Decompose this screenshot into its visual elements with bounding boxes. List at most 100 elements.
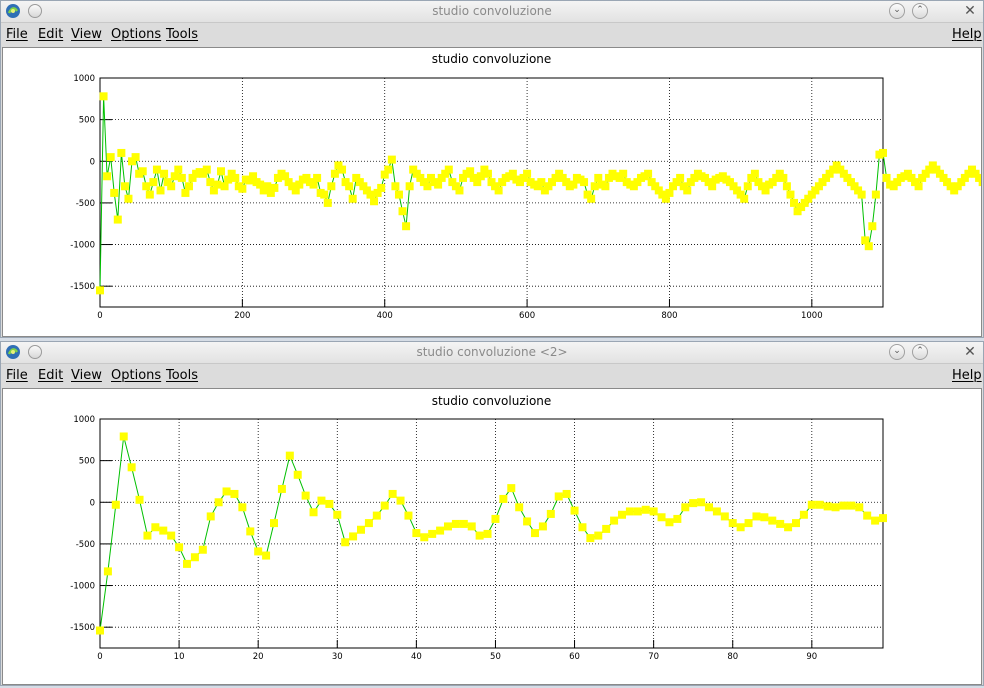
data-point [145,190,154,199]
maximize-button[interactable]: ⌃ [912,3,928,19]
x-tick-label: 50 [490,652,501,662]
menu-options[interactable]: Options [111,368,161,383]
data-point [372,511,381,520]
menu-file[interactable]: File [6,27,28,42]
close-icon[interactable]: ✕ [962,344,978,360]
menu-help[interactable]: Help [952,368,982,383]
chart-1[interactable]: studio convoluzione 0 200 400 600 800 1000 -150… [3,48,984,336]
data-point [404,511,413,520]
data-point [222,487,231,496]
y-tick-label: -1500 [70,282,95,292]
data-point [712,507,721,516]
data-point [538,522,547,531]
data-point [444,522,452,531]
data-point [246,527,255,536]
data-point [760,513,769,522]
data-point [391,182,400,191]
data-point [184,182,193,191]
data-point [689,499,698,508]
data-point [323,198,332,207]
data-point [156,186,165,195]
data-point [683,186,692,195]
menu-edit[interactable]: Edit [38,368,63,383]
menu-options[interactable]: Options [111,27,161,42]
data-point [357,525,365,534]
data-point [554,492,563,501]
y-tick-label: 1000 [73,415,95,425]
data-point [871,516,880,525]
data-point [238,503,247,512]
x-tick-label: 80 [727,652,738,662]
data-point [370,197,379,206]
data-point [309,508,318,517]
data-point [174,165,183,174]
data-point [217,167,226,176]
y-tick-label: -1000 [70,582,95,592]
maximize-button[interactable]: ⌃ [912,344,928,360]
data-point [676,173,685,182]
chart-2[interactable]: studio convoluzione 0 10 20 30 40 50 60 70 80 90 -1… [3,389,981,684]
data-point [562,489,571,498]
data-point [786,190,795,199]
data-point [451,519,460,528]
data-point [720,512,729,521]
data-point [531,529,539,538]
data-point [330,169,339,178]
series-line [99,96,984,291]
data-point [262,551,271,560]
data-point [428,529,437,538]
y-tick-label: -1500 [70,623,95,633]
data-point [580,178,589,187]
data-point [864,242,873,251]
data-point [578,523,587,532]
menu-view[interactable]: View [71,27,102,42]
data-point [377,183,386,192]
x-tick-label: 0 [97,311,102,321]
x-tick-label: 600 [519,311,535,321]
data-point [537,178,546,187]
x-tick-label: 200 [234,311,250,321]
title-bar[interactable]: studio convoluzione <2> ⌄ ⌃ ✕ [1,342,983,364]
data-point [198,545,207,554]
data-point [444,165,453,174]
data-point [644,169,653,178]
data-point [649,507,658,516]
close-icon[interactable]: ✕ [962,3,978,19]
data-point [483,529,492,538]
plot-canvas[interactable]: studio convoluzione 0 200 400 600 800 1000 -150… [2,47,984,337]
data-point [705,503,713,512]
menu-view[interactable]: View [71,368,102,383]
data-point [665,518,674,527]
plot-canvas[interactable]: studio convoluzione 0 10 20 30 40 50 60 70 80 90 -1… [2,388,982,685]
data-point [301,491,310,500]
minimize-button[interactable]: ⌄ [889,344,905,360]
menu-help[interactable]: Help [952,27,982,42]
data-point [744,519,753,528]
data-point [523,517,532,526]
menu-edit[interactable]: Edit [38,27,63,42]
title-bar[interactable]: studio convoluzione ⌄ ⌃ ✕ [1,1,983,23]
data-point [388,489,397,498]
x-tick-label: 1000 [801,311,823,321]
minimize-button[interactable]: ⌄ [889,3,905,19]
data-point [119,432,128,441]
data-point [167,531,176,540]
data-point [423,182,432,191]
x-tick-label: 40 [411,652,422,662]
menu-tools[interactable]: Tools [166,27,198,42]
x-tick-label: 800 [661,311,677,321]
data-point [117,148,126,157]
menu-tools[interactable]: Tools [166,368,198,383]
window-title: studio convoluzione [432,4,552,18]
data-point [110,188,119,197]
data-point [167,182,176,191]
data-point [120,182,129,191]
menu-file[interactable]: File [6,368,28,383]
data-point [601,182,610,191]
data-point [590,182,599,191]
x-tick-label: 70 [648,652,659,662]
data-point [206,178,215,187]
data-point [151,523,160,532]
data-point [618,510,626,519]
x-tick-label: 60 [569,652,580,662]
